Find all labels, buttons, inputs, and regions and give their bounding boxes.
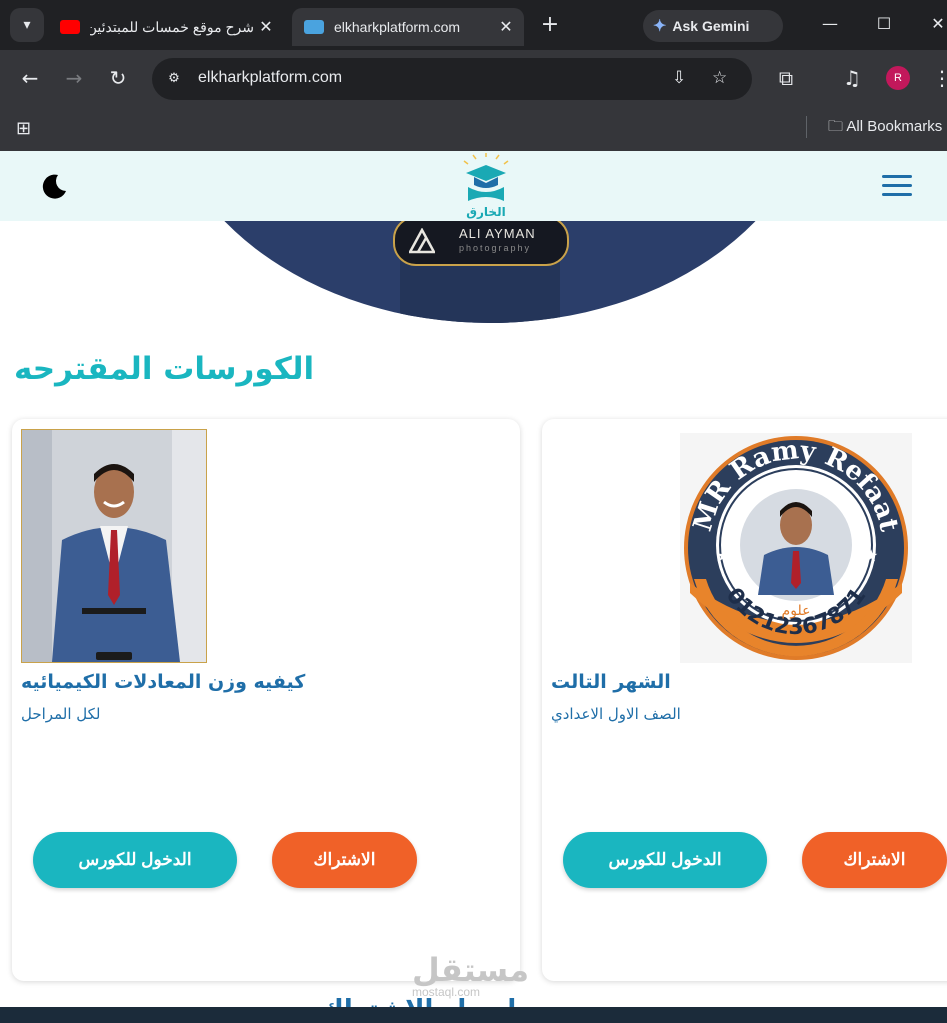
tab-title: شرح موقع خمسات للمبتدئين: [90, 18, 254, 35]
course-card: MR Ramy Refaat 01212367871 علوم ★ ★ الشه…: [542, 419, 947, 981]
close-window-icon[interactable]: ✕: [926, 14, 947, 33]
ask-gemini-button[interactable]: ✦ Ask Gemini: [643, 10, 783, 42]
course-thumbnail[interactable]: [21, 429, 207, 663]
address-bar[interactable]: ⚙ elkharkplatform.com ⇩ ☆: [152, 58, 752, 100]
photographer-badge: ALI AYMAN photography: [393, 216, 569, 266]
tab-elkhark[interactable]: elkharkplatform.com ✕: [292, 8, 524, 46]
back-icon[interactable]: ←: [16, 64, 44, 92]
tab-title: elkharkplatform.com: [334, 19, 461, 35]
logo-subject-text: علوم: [782, 603, 811, 619]
tab-youtube[interactable]: شرح موقع خمسات للمبتدئين ✕: [48, 8, 284, 46]
web-page: الخارق ALI AYMAN photography الكورسات ال…: [0, 151, 947, 1023]
teacher-logo-badge[interactable]: MR Ramy Refaat 01212367871 علوم ★ ★: [680, 433, 912, 663]
bookmarks-bar: ⊞ 🗀 All Bookmarks: [0, 110, 947, 151]
new-tab-button[interactable]: +: [538, 12, 562, 37]
gemini-icon: ✦: [653, 18, 667, 35]
profile-avatar[interactable]: R: [886, 66, 910, 90]
course-subtitle: لكل المراحل: [21, 705, 101, 723]
course-title[interactable]: كيفيه وزن المعادلات الكيميائيه: [21, 671, 305, 693]
subscribe-button[interactable]: الاشتراك: [802, 832, 947, 888]
graduation-cap-icon: [463, 153, 509, 201]
suggested-courses-heading: الكورسات المقترحه: [14, 351, 315, 387]
gemini-label: Ask Gemini: [672, 18, 750, 34]
close-tab-icon[interactable]: ✕: [494, 17, 518, 37]
hamburger-menu-icon[interactable]: [882, 175, 912, 197]
all-bookmarks-label: All Bookmarks: [846, 118, 943, 135]
course-title[interactable]: الشهر التالت: [551, 671, 671, 693]
media-controls-icon[interactable]: ♫: [838, 64, 866, 92]
os-taskbar: [0, 1007, 947, 1023]
mostaql-watermark: مستقل: [412, 951, 530, 989]
maximize-icon[interactable]: ☐: [872, 14, 896, 33]
install-app-icon[interactable]: ⇩: [672, 68, 686, 88]
course-card: كيفيه وزن المعادلات الكيميائيه لكل المرا…: [12, 419, 520, 981]
enter-course-button[interactable]: الدخول للكورس: [563, 832, 767, 888]
enter-course-button[interactable]: الدخول للكورس: [33, 832, 237, 888]
logo-text: الخارق: [466, 205, 506, 219]
dark-mode-moon-icon[interactable]: [42, 173, 68, 199]
browser-chrome: ▾ شرح موقع خمسات للمبتدئين ✕ elkharkplat…: [0, 0, 947, 151]
photographer-logo-icon: [409, 228, 435, 254]
subscribe-button[interactable]: الاشتراك: [272, 832, 417, 888]
star-icon: ★: [864, 546, 878, 565]
address-text[interactable]: elkharkplatform.com: [198, 69, 342, 87]
mostaql-watermark-url: mostaql.com: [412, 985, 481, 999]
youtube-icon: [60, 20, 80, 34]
all-bookmarks-button[interactable]: 🗀 All Bookmarks: [828, 116, 942, 141]
forward-icon[interactable]: →: [60, 64, 88, 92]
site-favicon-icon: [304, 20, 324, 34]
star-icon: ★: [716, 546, 730, 565]
apps-grid-icon[interactable]: ⊞: [16, 118, 31, 139]
menu-kebab-icon[interactable]: ⋮: [928, 64, 947, 92]
reload-icon[interactable]: ↻: [104, 64, 132, 92]
badge-title: ALI AYMAN: [459, 226, 536, 241]
teacher-photo: [22, 430, 206, 662]
close-tab-icon[interactable]: ✕: [254, 17, 278, 37]
tab-strip: ▾ شرح موقع خمسات للمبتدئين ✕ elkharkplat…: [0, 0, 947, 50]
browser-toolbar: ← → ↻ ⚙ elkharkplatform.com ⇩ ☆ ⧉ ♫ R ⋮: [0, 50, 947, 110]
bookmarks-divider: [806, 116, 807, 138]
extensions-icon[interactable]: ⧉: [772, 64, 800, 92]
course-subtitle: الصف الاول الاعدادي: [551, 705, 681, 723]
minimize-icon[interactable]: —: [818, 14, 842, 33]
site-logo[interactable]: الخارق: [460, 153, 512, 219]
tab-search-button[interactable]: ▾: [10, 8, 44, 42]
bookmark-star-icon[interactable]: ☆: [712, 68, 727, 88]
site-settings-icon[interactable]: ⚙: [162, 67, 186, 91]
badge-subtitle: photography: [459, 243, 532, 253]
site-header: الخارق: [0, 151, 947, 221]
folder-icon: 🗀: [828, 118, 844, 135]
